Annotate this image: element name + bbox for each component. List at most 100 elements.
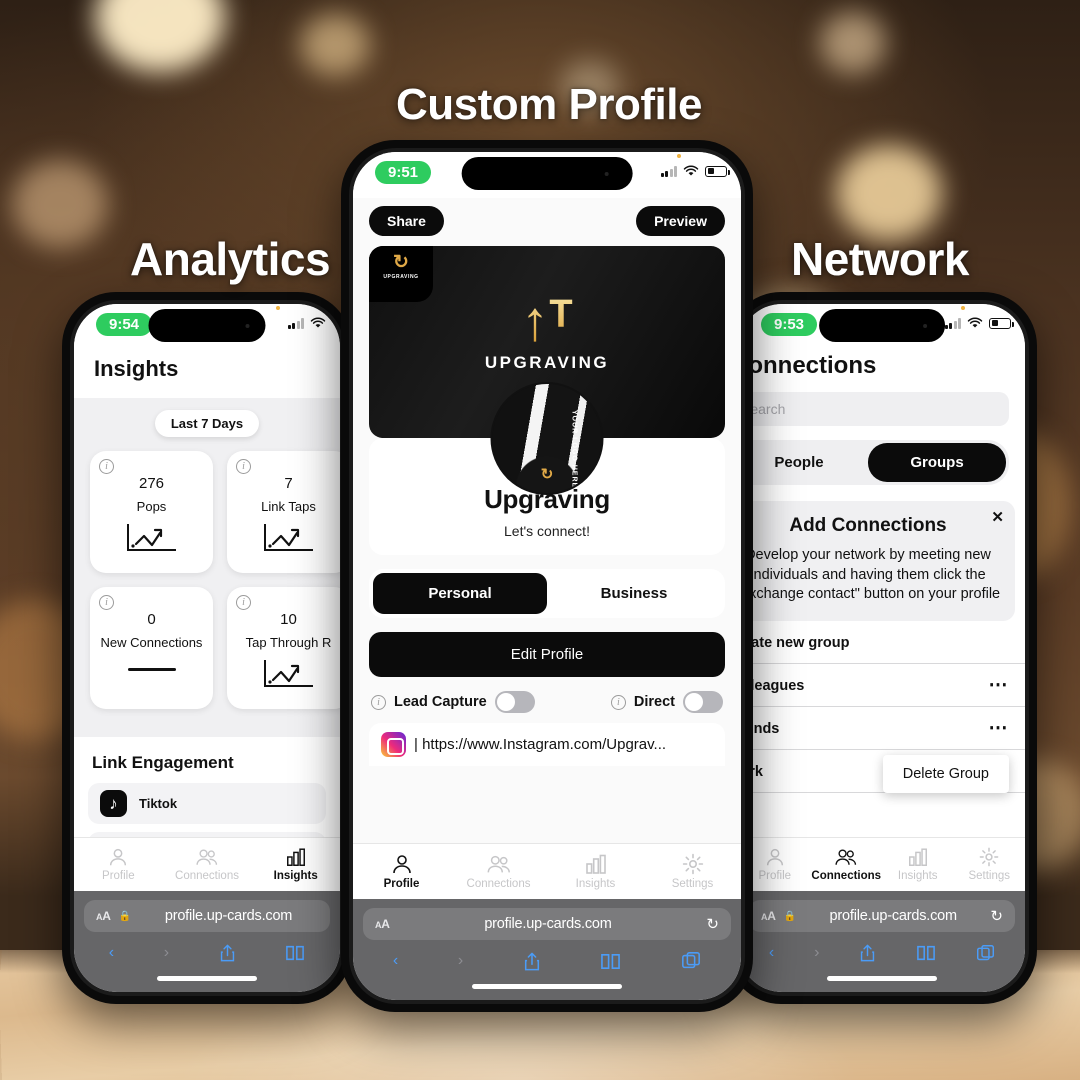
share-button[interactable]: Share bbox=[369, 206, 444, 236]
book-icon[interactable] bbox=[916, 944, 936, 962]
link-item[interactable]: Di bbox=[88, 832, 326, 837]
reload-icon[interactable]: ↻ bbox=[990, 907, 1003, 925]
lead-capture-switch[interactable] bbox=[494, 691, 535, 713]
direct-switch[interactable] bbox=[683, 691, 723, 713]
tab-label: Connections bbox=[811, 870, 882, 882]
address-bar[interactable]: AA 🔒 profile.up-cards.com ↻ bbox=[749, 900, 1015, 932]
forward-chevron-icon[interactable]: › bbox=[814, 944, 819, 962]
phone-analytics: 9:54 Insights Last 7 Days i 276 Pops i 7… bbox=[62, 292, 352, 1004]
trend-flat-icon bbox=[127, 668, 176, 671]
preview-button[interactable]: Preview bbox=[636, 206, 725, 236]
add-connections-title: Add Connections bbox=[789, 515, 947, 536]
search-input[interactable]: Search bbox=[739, 392, 1009, 426]
group-menu-icon[interactable]: ⋯ bbox=[989, 676, 1010, 696]
tab-label: Profile bbox=[383, 878, 420, 890]
close-icon[interactable]: ✕ bbox=[991, 508, 1004, 526]
toggle-label: Direct bbox=[633, 694, 675, 710]
link-item[interactable]: Tiktok bbox=[88, 783, 326, 824]
profile-app: Share Preview ↻ UPGRAVING ↑ᵀ UPGRAVING Y… bbox=[353, 198, 741, 843]
bokeh-light bbox=[836, 145, 942, 241]
share-icon[interactable] bbox=[859, 943, 876, 963]
avatar[interactable]: YOUR LOGO HERE ↻ bbox=[490, 382, 604, 495]
tab-profile[interactable]: Profile bbox=[74, 846, 163, 882]
cellular-signal-icon bbox=[944, 317, 961, 329]
trend-up-icon bbox=[126, 524, 176, 551]
metric-card-tap-through-rate[interactable]: i 10 Tap Through R bbox=[227, 587, 340, 709]
segment-business[interactable]: Business bbox=[547, 573, 721, 614]
bottom-tab-bar: Profile Connections Insights bbox=[74, 837, 340, 891]
share-icon[interactable] bbox=[219, 943, 236, 963]
tabs-icon[interactable] bbox=[976, 944, 995, 963]
info-icon[interactable]: i bbox=[371, 694, 386, 710]
context-menu-delete-group[interactable]: Delete Group bbox=[882, 755, 1009, 793]
reload-icon[interactable]: ↻ bbox=[706, 915, 719, 933]
back-chevron-icon[interactable]: ‹ bbox=[393, 952, 398, 970]
metric-card-new-connections[interactable]: i 0 New Connections bbox=[90, 587, 213, 709]
metric-row: i 276 Pops i 7 Link Taps bbox=[74, 451, 340, 573]
edit-profile-button[interactable]: Edit Profile bbox=[369, 632, 725, 677]
back-chevron-icon[interactable]: ‹ bbox=[109, 944, 114, 962]
section-title-link-engagement: Link Engagement bbox=[74, 737, 340, 783]
info-icon[interactable]: i bbox=[99, 595, 114, 610]
tab-insights[interactable]: Insights bbox=[251, 846, 340, 882]
segment-personal[interactable]: Personal bbox=[373, 573, 547, 614]
tab-connections[interactable]: Connections bbox=[811, 846, 883, 882]
group-row-create[interactable]: Create new group bbox=[739, 621, 1025, 664]
tab-settings[interactable]: Settings bbox=[644, 852, 741, 890]
forward-chevron-icon[interactable]: › bbox=[164, 944, 169, 962]
metric-card-pops[interactable]: i 276 Pops bbox=[90, 451, 213, 573]
segment-people[interactable]: People bbox=[739, 443, 868, 482]
group-row[interactable]: Friends ⋯ bbox=[739, 707, 1025, 750]
people-icon bbox=[487, 855, 510, 873]
tab-insights[interactable]: Insights bbox=[547, 852, 644, 890]
safari-tools: ‹ › bbox=[749, 932, 1015, 974]
tab-profile[interactable]: Profile bbox=[353, 852, 450, 890]
trend-up-icon bbox=[263, 524, 313, 551]
text-size-button[interactable]: AA bbox=[761, 909, 776, 923]
info-icon[interactable]: i bbox=[236, 459, 251, 474]
connections-content: Connections Search People Groups ✕ Add C… bbox=[739, 350, 1025, 793]
address-bar[interactable]: AA profile.up-cards.com ↻ bbox=[363, 908, 731, 940]
bottom-tab-bar: Profile Connections Insights Settings bbox=[739, 837, 1025, 891]
group-name: Create new group bbox=[739, 634, 850, 651]
heading-analytics: Analytics bbox=[130, 233, 331, 285]
segment-groups[interactable]: Groups bbox=[868, 443, 1006, 482]
forward-chevron-icon[interactable]: › bbox=[458, 952, 463, 970]
text-size-button[interactable]: AA bbox=[375, 917, 390, 931]
share-icon[interactable] bbox=[523, 951, 541, 972]
tab-label: Connections bbox=[175, 870, 239, 882]
url-text: profile.up-cards.com bbox=[484, 916, 612, 932]
tabs-icon[interactable] bbox=[681, 951, 701, 971]
text-size-button[interactable]: AAAA bbox=[96, 909, 111, 923]
person-icon bbox=[766, 848, 783, 866]
date-range-chip[interactable]: Last 7 Days bbox=[154, 410, 260, 437]
url-text: profile.up-cards.com bbox=[829, 908, 958, 924]
tab-label: Settings bbox=[968, 870, 1011, 882]
metric-value: 0 bbox=[147, 611, 156, 628]
metric-card-link-taps[interactable]: i 7 Link Taps bbox=[227, 451, 340, 573]
phone-custom-profile: 9:51 Share Preview ↻ UPGRAVING ↑ᵀ UPGRAV… bbox=[341, 140, 753, 1012]
status-bar: 9:51 bbox=[353, 152, 741, 198]
tab-connections[interactable]: Connections bbox=[163, 846, 252, 882]
tab-settings[interactable]: Settings bbox=[954, 846, 1026, 882]
url-text: profile.up-cards.com bbox=[164, 908, 293, 924]
group-row[interactable]: Colleagues ⋯ bbox=[739, 664, 1025, 707]
tab-connections[interactable]: Connections bbox=[450, 852, 547, 890]
group-menu-icon[interactable]: ⋯ bbox=[989, 719, 1010, 739]
banner-corner-brand: UPGRAVING bbox=[383, 274, 419, 280]
safari-toolbar: AA 🔒 profile.up-cards.com ↻ ‹ › bbox=[739, 891, 1025, 992]
metric-value: 7 bbox=[284, 475, 293, 492]
book-icon[interactable] bbox=[600, 952, 621, 971]
info-icon[interactable]: i bbox=[610, 694, 626, 710]
profile-link-instagram[interactable]: | https://www.Instagram.com/Upgrav... bbox=[369, 723, 725, 766]
tab-insights[interactable]: Insights bbox=[882, 846, 954, 882]
segmented-control: Personal Business bbox=[369, 569, 725, 618]
info-icon[interactable]: i bbox=[99, 459, 114, 474]
back-chevron-icon[interactable]: ‹ bbox=[769, 944, 774, 962]
gear-icon bbox=[682, 853, 703, 875]
book-icon[interactable] bbox=[285, 944, 305, 962]
address-bar[interactable]: AAAA 🔒 profile.up-cards.com bbox=[84, 900, 330, 932]
info-icon[interactable]: i bbox=[236, 595, 251, 610]
trend-up-icon bbox=[263, 660, 313, 687]
status-bar: 9:53 bbox=[739, 304, 1025, 350]
